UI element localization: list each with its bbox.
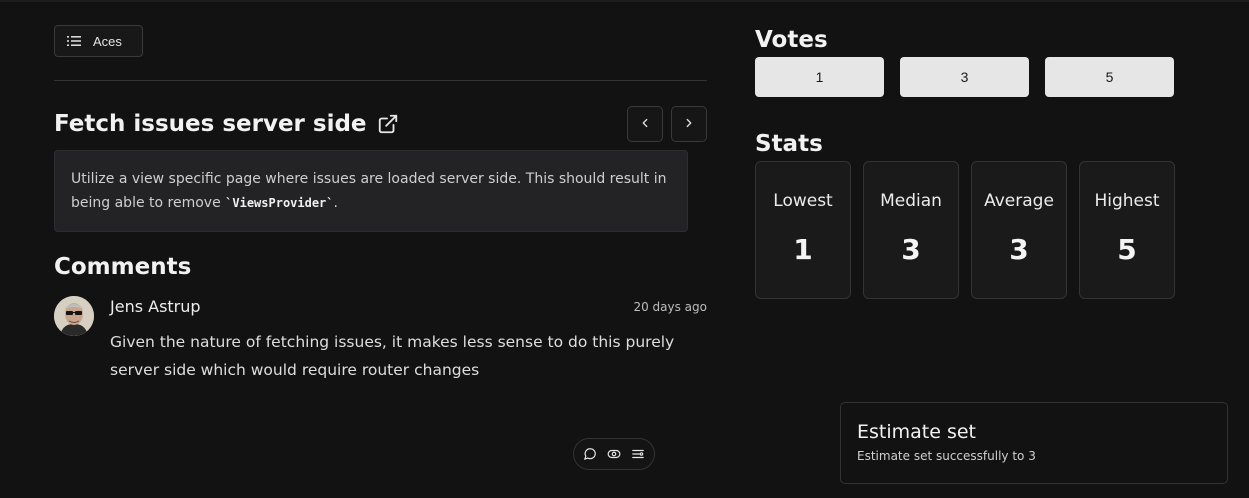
- stat-label: Lowest: [773, 191, 833, 211]
- votes-title: Votes: [755, 27, 828, 53]
- vote-options: 1 3 5: [755, 57, 1174, 97]
- vote-button-1[interactable]: 1: [755, 57, 884, 97]
- list-settings-icon[interactable]: [630, 446, 646, 462]
- stat-value: 3: [901, 233, 921, 266]
- stats-cards: Lowest 1 Median 3 Average 3 Highest 5: [755, 161, 1175, 299]
- stat-label: Highest: [1094, 191, 1160, 211]
- stat-label: Average: [984, 191, 1054, 211]
- vote-button-5[interactable]: 5: [1045, 57, 1174, 97]
- issue-description: Utilize a view specific page where issue…: [54, 150, 688, 232]
- toast-title: Estimate set: [857, 421, 977, 443]
- toast-notification[interactable]: Estimate set Estimate set successfully t…: [840, 402, 1228, 484]
- comment-icon[interactable]: [582, 446, 598, 462]
- chevron-left-icon: [638, 115, 652, 134]
- floating-toolbar: [573, 438, 655, 470]
- issue-title: Fetch issues server side: [54, 111, 367, 137]
- stat-card-lowest: Lowest 1: [755, 161, 851, 299]
- stat-label: Median: [880, 191, 942, 211]
- eye-icon[interactable]: [606, 446, 622, 462]
- stat-value: 1: [793, 233, 813, 266]
- external-link-icon[interactable]: [377, 113, 399, 135]
- issue-header: Fetch issues server side: [54, 106, 707, 142]
- previous-issue-button[interactable]: [627, 106, 663, 142]
- stat-value: 5: [1117, 233, 1137, 266]
- toast-message: Estimate set successfully to 3: [857, 449, 1036, 463]
- stat-card-median: Median 3: [863, 161, 959, 299]
- description-code: `ViewsProvider`: [225, 196, 334, 210]
- comment-timestamp: 20 days ago: [633, 300, 707, 314]
- issue-panel: Aces Fetch issues server side Utilize a …: [54, 25, 707, 379]
- stat-card-average: Average 3: [971, 161, 1067, 299]
- comment-author: Jens Astrup: [110, 297, 201, 316]
- stats-title: Stats: [755, 131, 823, 157]
- room-button-label: Aces: [93, 33, 122, 49]
- divider: [54, 80, 707, 81]
- list-icon: [67, 35, 81, 47]
- next-issue-button[interactable]: [671, 106, 707, 142]
- description-text: Utilize a view specific page where issue…: [71, 171, 667, 211]
- avatar: [54, 296, 94, 336]
- room-button[interactable]: Aces: [54, 25, 143, 57]
- stat-value: 3: [1009, 233, 1029, 266]
- chevron-right-icon: [682, 115, 696, 134]
- vote-button-3[interactable]: 3: [900, 57, 1029, 97]
- issue-navigation: [627, 106, 707, 142]
- stat-card-highest: Highest 5: [1079, 161, 1175, 299]
- top-border: [0, 0, 1249, 2]
- description-end: .: [333, 195, 338, 211]
- comment-body: Given the nature of fetching issues, it …: [110, 333, 675, 379]
- comments-title: Comments: [54, 254, 192, 280]
